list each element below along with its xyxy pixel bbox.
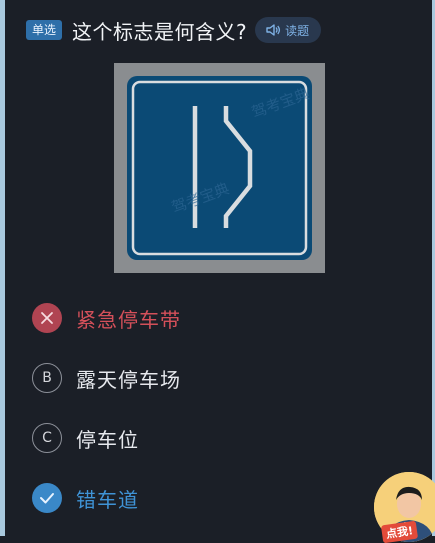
option-b-label: 露天停车场 [76, 367, 181, 392]
option-c[interactable]: C 停车位 [32, 422, 139, 454]
question-text: 这个标志是何含义? [72, 19, 248, 44]
read-question-button[interactable]: 读题 [255, 17, 322, 43]
option-b[interactable]: B 露天停车场 [32, 362, 181, 394]
question-type-badge: 单选 [26, 20, 63, 40]
read-question-label: 读题 [285, 23, 310, 38]
option-d[interactable]: 错车道 [32, 482, 139, 514]
wrong-answer-icon [32, 303, 62, 333]
option-a-label: 紧急停车带 [76, 307, 181, 332]
option-b-marker: B [32, 363, 62, 393]
option-c-marker: C [32, 423, 62, 453]
left-edge-bar [0, 0, 5, 536]
option-a[interactable]: 紧急停车带 [32, 302, 181, 334]
question-header: 单选 这个标志是何含义? 读题 [26, 14, 322, 46]
lane-merge-sign-icon: 驾考宝典 驾考宝典 [114, 63, 325, 273]
correct-answer-icon [32, 483, 62, 513]
option-d-label: 错车道 [76, 487, 139, 512]
option-c-label: 停车位 [76, 427, 139, 452]
traffic-sign-image: 驾考宝典 驾考宝典 [114, 63, 325, 273]
speaker-icon [266, 24, 281, 36]
